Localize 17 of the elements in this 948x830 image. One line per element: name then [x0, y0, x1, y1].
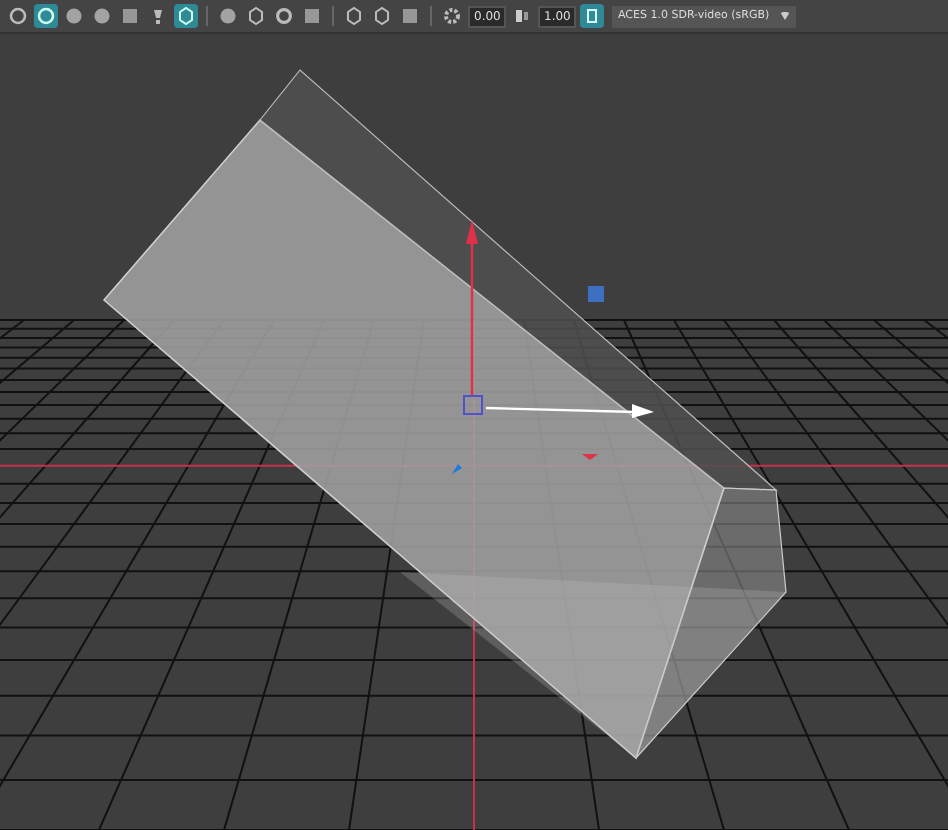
gamma-icon[interactable]: [510, 4, 534, 28]
sphere-icon[interactable]: [62, 4, 86, 28]
square-icon[interactable]: [398, 4, 422, 28]
square-icon[interactable]: [300, 4, 324, 28]
cube-icon[interactable]: [174, 4, 198, 28]
settings-icon[interactable]: [440, 4, 464, 28]
scale-handle[interactable]: [588, 286, 604, 302]
caret-icon: [780, 12, 790, 20]
ring-icon[interactable]: [272, 4, 296, 28]
color-management-icon[interactable]: [580, 4, 604, 28]
cube-icon[interactable]: [370, 4, 394, 28]
sphere-icon[interactable]: [90, 4, 114, 28]
circle-icon[interactable]: [6, 4, 30, 28]
cube-icon[interactable]: [342, 4, 366, 28]
sphere-icon[interactable]: [216, 4, 240, 28]
square-icon[interactable]: [118, 4, 142, 28]
cube-icon[interactable]: [244, 4, 268, 28]
